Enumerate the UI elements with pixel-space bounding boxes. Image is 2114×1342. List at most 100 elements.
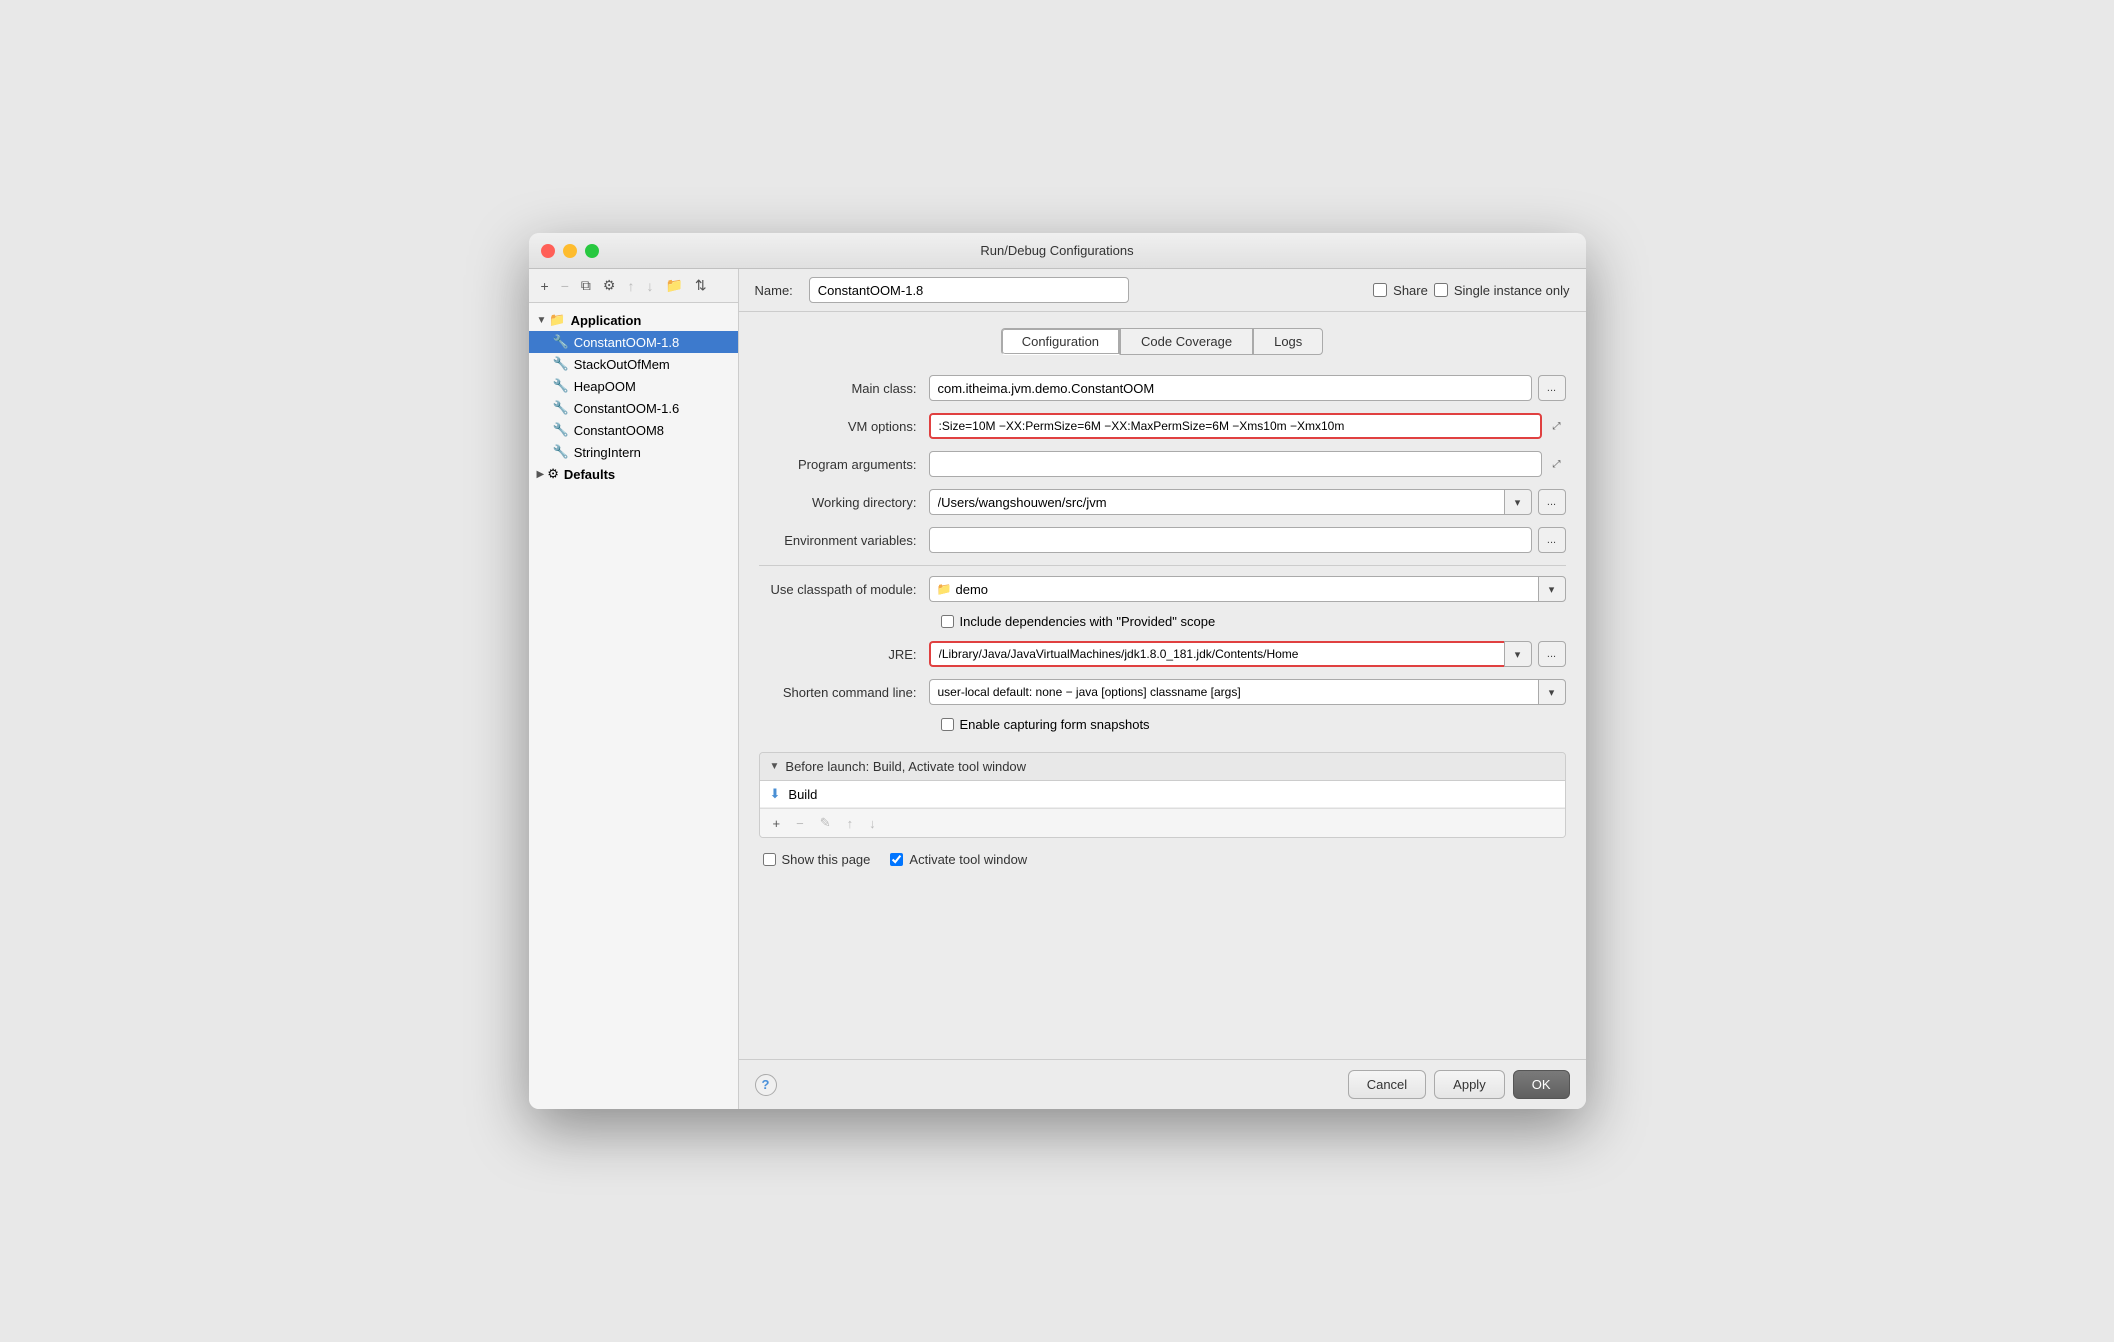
move-up-button[interactable]: ↑: [623, 276, 638, 296]
right-panel: Name: Share Single instance only Configu…: [739, 269, 1586, 1109]
before-launch-label: Before launch: Build, Activate tool wind…: [785, 759, 1026, 774]
tree-item-label: StringIntern: [574, 445, 641, 460]
titlebar-buttons: [541, 244, 599, 258]
activate-window-checkbox[interactable]: [890, 853, 903, 866]
program-args-label: Program arguments:: [759, 457, 929, 472]
program-args-row: Program arguments: ⤢: [759, 451, 1566, 477]
cancel-button[interactable]: Cancel: [1348, 1070, 1426, 1099]
footer-right: Cancel Apply OK: [1348, 1070, 1570, 1099]
minimize-button[interactable]: [563, 244, 577, 258]
main-class-input[interactable]: [929, 375, 1532, 401]
working-dir-with-dropdown: ▾: [929, 489, 1532, 515]
jre-browse-button[interactable]: ...: [1538, 641, 1566, 667]
classpath-label: Use classpath of module:: [759, 582, 929, 597]
working-dir-browse-button[interactable]: ...: [1538, 489, 1566, 515]
before-launch-section: ▼ Before launch: Build, Activate tool wi…: [759, 752, 1566, 838]
classpath-field: 📁 ▾: [929, 576, 1566, 602]
copy-config-button[interactable]: ⧉: [577, 275, 595, 296]
move-down-button[interactable]: ↓: [642, 276, 657, 296]
include-deps-checkbox[interactable]: [941, 615, 954, 628]
tab-logs[interactable]: Logs: [1253, 328, 1323, 355]
remove-config-button[interactable]: −: [557, 276, 573, 296]
tab-code-coverage[interactable]: Code Coverage: [1120, 328, 1253, 355]
build-remove-button[interactable]: −: [791, 814, 809, 833]
share-group: Share Single instance only: [1373, 283, 1569, 298]
build-up-button[interactable]: ↑: [842, 814, 859, 833]
single-instance-checkbox[interactable]: [1434, 283, 1448, 297]
build-down-button[interactable]: ↓: [864, 814, 881, 833]
tree-item-application[interactable]: ▼ 📁 Application: [529, 309, 738, 331]
module-wrapper: 📁 ▾: [929, 576, 1566, 602]
env-vars-input[interactable]: [929, 527, 1532, 553]
jre-input[interactable]: [929, 641, 1504, 667]
shorten-cmd-input[interactable]: [929, 679, 1538, 705]
shorten-cmd-label: Shorten command line:: [759, 685, 929, 700]
application-group-icon: 📁: [549, 312, 565, 328]
footer-left: ?: [755, 1074, 777, 1096]
titlebar: Run/Debug Configurations: [529, 233, 1586, 269]
tree-item-stringintern[interactable]: 🔧 StringIntern: [529, 441, 738, 463]
vm-options-input[interactable]: [929, 413, 1542, 439]
env-vars-browse-button[interactable]: ...: [1538, 527, 1566, 553]
working-dir-label: Working directory:: [759, 495, 929, 510]
main-class-browse-button[interactable]: ...: [1538, 375, 1566, 401]
share-checkbox[interactable]: [1373, 283, 1387, 297]
jre-label: JRE:: [759, 647, 929, 662]
tree-item-constantoom18[interactable]: 🔧 ConstantOOM-1.8: [529, 331, 738, 353]
include-deps-row: Include dependencies with "Provided" sco…: [759, 614, 1566, 629]
tree-item-label: ConstantOOM-1.8: [574, 335, 680, 350]
left-panel: + − ⧉ ⚙ ↑ ↓ 📁 ⇅ ▼ 📁 Application 🔧: [529, 269, 739, 1109]
shorten-cmd-dropdown-button[interactable]: ▾: [1538, 679, 1566, 705]
add-config-button[interactable]: +: [537, 276, 553, 296]
tree-item-constantoom8[interactable]: 🔧 ConstantOOM8: [529, 419, 738, 441]
enable-snapshots-checkbox[interactable]: [941, 718, 954, 731]
run-config-icon: 🔧: [553, 378, 569, 394]
jre-dropdown-button[interactable]: ▾: [1504, 641, 1532, 667]
env-vars-label: Environment variables:: [759, 533, 929, 548]
jre-with-dropdown: ▾: [929, 641, 1532, 667]
build-add-button[interactable]: +: [768, 814, 786, 833]
window-body: + − ⧉ ⚙ ↑ ↓ 📁 ⇅ ▼ 📁 Application 🔧: [529, 269, 1586, 1109]
show-page-checkbox[interactable]: [763, 853, 776, 866]
env-vars-field: ...: [929, 527, 1566, 553]
build-edit-button[interactable]: ✎: [815, 813, 836, 833]
separator-1: [759, 565, 1566, 566]
classpath-dropdown-button[interactable]: ▾: [1538, 576, 1566, 602]
apply-button[interactable]: Apply: [1434, 1070, 1505, 1099]
program-args-input[interactable]: [929, 451, 1542, 477]
shorten-cmd-with-dropdown: ▾: [929, 679, 1566, 705]
settings-button[interactable]: ⚙: [599, 275, 620, 296]
maximize-button[interactable]: [585, 244, 599, 258]
ok-button[interactable]: OK: [1513, 1070, 1570, 1099]
close-button[interactable]: [541, 244, 555, 258]
vm-options-field: ⤢: [929, 413, 1566, 439]
tab-configuration[interactable]: Configuration: [1001, 328, 1120, 355]
program-args-expand-icon[interactable]: ⤢: [1548, 455, 1566, 473]
tree-item-defaults[interactable]: ▶ ⚙ Defaults: [529, 463, 738, 485]
working-dir-row: Working directory: ▾ ...: [759, 489, 1566, 515]
name-label: Name:: [755, 283, 793, 298]
folder-button[interactable]: 📁: [661, 275, 686, 296]
tree-item-constantoom16[interactable]: 🔧 ConstantOOM-1.6: [529, 397, 738, 419]
main-class-row: Main class: ...: [759, 375, 1566, 401]
build-label: Build: [788, 787, 817, 802]
include-deps-label: Include dependencies with "Provided" sco…: [960, 614, 1216, 629]
sort-button[interactable]: ⇅: [691, 275, 711, 296]
build-toolbar: + − ✎ ↑ ↓: [760, 808, 1565, 837]
vm-options-row: VM options: ⤢: [759, 413, 1566, 439]
tree-item-stackoutofmem[interactable]: 🔧 StackOutOfMem: [529, 353, 738, 375]
main-class-field: ...: [929, 375, 1566, 401]
working-dir-input[interactable]: [929, 489, 1504, 515]
tree-item-label: ConstantOOM8: [574, 423, 664, 438]
build-item: ⬇ Build: [760, 781, 1565, 808]
before-launch-header[interactable]: ▼ Before launch: Build, Activate tool wi…: [760, 753, 1565, 781]
vm-options-expand-icon[interactable]: ⤢: [1548, 417, 1566, 435]
run-config-icon: 🔧: [553, 444, 569, 460]
tree-item-heapoom[interactable]: 🔧 HeapOOM: [529, 375, 738, 397]
classpath-row: Use classpath of module: 📁 ▾: [759, 576, 1566, 602]
working-dir-dropdown-button[interactable]: ▾: [1504, 489, 1532, 515]
classpath-input[interactable]: [929, 576, 1538, 602]
run-config-icon: 🔧: [553, 356, 569, 372]
config-name-input[interactable]: [809, 277, 1129, 303]
help-button[interactable]: ?: [755, 1074, 777, 1096]
